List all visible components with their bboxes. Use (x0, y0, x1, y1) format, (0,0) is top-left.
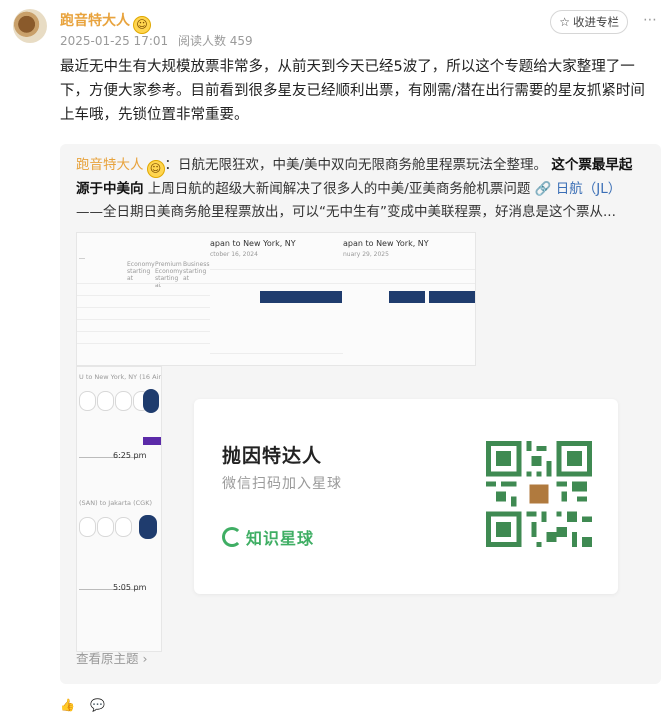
flight-search-screenshot-2: apan to New York, NY nuary 29, 2025 (343, 233, 475, 365)
screenshot-collage-top: ― Economy starting at Premium Economy st… (76, 232, 476, 366)
author-avatar[interactable] (13, 9, 47, 43)
left-route: (SAN) to Jakarta (CGK) (79, 499, 152, 507)
shot2-title: apan to New York, NY (343, 239, 429, 248)
quoted-author[interactable]: 跑音特大人 (76, 157, 144, 173)
flight-search-screenshot-1: apan to New York, NY ctober 16, 2024 (210, 233, 344, 365)
post-body: 最近无中生有大规模放票非常多，从前天到今天已经5波了，所以这个专题给大家整理了一… (60, 59, 645, 123)
screenshot-collage-left: U to New York, NY (16 Airports) 6:25 pm … (76, 366, 162, 652)
post-meta: 2025-01-25 17:01 阅读人数 459 (60, 32, 259, 49)
quoted-link[interactable]: 🔗 日航（JL） (535, 181, 622, 197)
award-table-screenshot: ― Economy starting at Premium Economy st… (77, 233, 211, 365)
promo-title: 抛因特达人 (222, 445, 323, 467)
view-original-topic-link[interactable]: 查看原主题 › (76, 648, 148, 667)
left-time: 6:25 pm (113, 451, 147, 460)
col-header-business: Business starting at (183, 261, 210, 282)
read-count: 阅读人数 459 (177, 34, 253, 48)
chevron-right-icon: › (142, 651, 148, 666)
quoted-tail: ——全日期日美商务舱里程票放出，可以“无中生有”变成中美联程票，好消息是这个票从… (76, 204, 616, 220)
quoted-topic-card[interactable]: 跑音特大人 ☺ ：日航无限狂欢，中美/美中双向无限商务舱里程票玩法全整理。 这个票最… (60, 144, 661, 684)
shot1-title: apan to New York, NY (210, 239, 296, 248)
qr-code-icon (486, 441, 592, 547)
quoted-title: 日航无限狂欢，中美/美中双向无限商务舱里程票玩法全整理。 (178, 157, 548, 173)
comment-icon[interactable]: 💬 (90, 698, 105, 712)
left-title: U to New York, NY (16 Airports) (79, 373, 162, 381)
shot2-date: nuary 29, 2025 (343, 251, 389, 258)
post-actions: 👍 💬 (60, 698, 105, 712)
zsxq-logo-icon (222, 527, 242, 547)
col-header-economy: Economy starting at (127, 261, 155, 282)
like-icon[interactable]: 👍 (60, 698, 75, 712)
quoted-topic-text: 跑音特大人 ☺ ：日航无限狂欢，中美/美中双向无限商务舱里程票玩法全整理。 这个票最… (76, 154, 642, 223)
author-name-text[interactable]: 跑音特大人 (60, 13, 130, 29)
col-header-premium: Premium Economy starting at (155, 261, 183, 289)
zsxq-logo: 知识星球 (222, 525, 314, 549)
promo-subtitle: 微信扫码加入星球 (222, 476, 342, 492)
star-icon: ☆ (559, 15, 570, 29)
more-options-icon[interactable]: ⋯ (643, 12, 658, 28)
quoted-link-text[interactable]: 日航（JL） (556, 181, 622, 197)
collect-to-column-button[interactable]: ☆ 收进专栏 (550, 10, 628, 34)
view-original-label[interactable]: 查看原主题 (76, 651, 139, 666)
left-time-2: 5:05 pm (113, 583, 147, 592)
smile-emoji-icon: ☺ (146, 160, 165, 178)
author-name[interactable]: 跑音特大人 ☺ (60, 10, 151, 34)
shot1-date: ctober 16, 2024 (210, 251, 258, 258)
planet-promo-card[interactable]: 抛因特达人 微信扫码加入星球 知识星球 (194, 399, 618, 594)
post-date: 2025-01-25 17:01 (60, 34, 169, 48)
zsxq-logo-text: 知识星球 (246, 529, 315, 548)
collect-label: 收进专栏 (573, 15, 619, 29)
quote-colon: ： (164, 157, 179, 173)
quoted-rest: 上周日航的超级大新闻解决了很多人的中美/亚美商务舱机票问题 (147, 181, 531, 197)
